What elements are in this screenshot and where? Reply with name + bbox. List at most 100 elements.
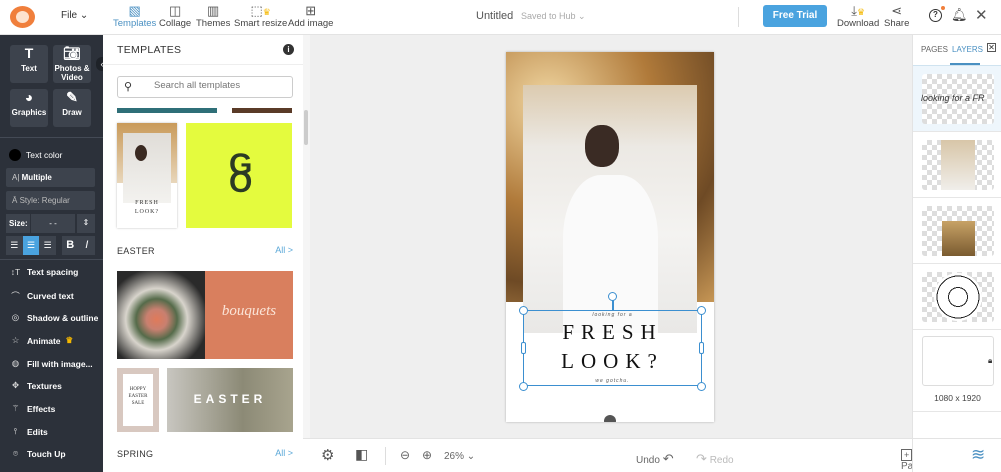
settings-icon[interactable]: ⚙ [321,446,334,464]
selected-text-box[interactable]: looking for a FRESH LOOK? we gotchu. [523,310,702,386]
lock-icon[interactable]: 🔒︎ [988,356,992,366]
graphics-button[interactable]: ◕ Graphics [10,89,48,127]
layer-background[interactable] [913,198,1001,264]
draw-button[interactable]: ✎ Draw [53,89,91,127]
size-input[interactable]: - - [31,214,75,233]
template-search[interactable]: ⚲ [117,76,293,98]
smart-resize-icon: ⬚♛ [250,3,271,18]
italic-button[interactable]: I [79,236,96,255]
layer-text[interactable]: looking for a FR [913,66,1001,132]
save-status-label: Saved to Hub [521,11,576,21]
shadow-outline-tool[interactable]: ◎ Shadow & outline [9,312,99,323]
logo-icon[interactable] [10,6,35,28]
themes-tool[interactable]: ▥ Themes [196,3,230,29]
rotate-handle[interactable] [608,292,617,301]
logo-mark: GO [229,148,253,199]
file-menu[interactable]: File ⌄ [61,10,88,21]
textures-tool[interactable]: ✥ Textures [9,380,62,391]
text-color-button[interactable]: Text color [9,149,62,161]
add-image-tool[interactable]: ⊞ Add image [288,3,333,29]
zoom-in-icon[interactable]: ⊕ [422,448,432,462]
tool-label: Shadow & outline [27,312,99,323]
style-label: Style: Regular [19,196,70,205]
text-button[interactable]: T Text [10,45,48,83]
align-page-icon[interactable]: ◧ [355,446,368,463]
easter-all-link[interactable]: All > [275,245,293,255]
resize-handle[interactable] [699,342,704,354]
templates-tool[interactable]: ▧ Templates [113,3,156,29]
page-handle-icon[interactable] [604,415,616,422]
style-select[interactable]: Ā Style: Regular [6,191,95,210]
resize-handle[interactable] [521,342,526,354]
tool-label: Animate [27,335,61,346]
tool-label: Textures [27,380,62,391]
text-spacing-tool[interactable]: ↕T Text spacing [9,267,79,277]
redo-button[interactable]: ↷ Redo [696,451,734,467]
template-lime-logo[interactable]: GO [186,123,292,228]
resize-handle[interactable] [519,382,528,391]
add-page-icon: + [901,449,913,461]
resize-handle[interactable] [519,306,528,315]
help-icon[interactable]: ? [929,9,942,22]
animate-tool[interactable]: ☆ Animate ♛ [9,335,73,346]
collage-icon: ◫ [168,3,182,18]
button-label: Draw [62,108,82,117]
bold-button[interactable]: B [62,236,79,255]
redo-label: Redo [709,455,734,466]
size-stepper[interactable]: ⇕ [77,214,95,233]
zoom-out-icon[interactable]: ⊖ [400,448,410,462]
fill-image-tool[interactable]: ◍ Fill with image... [9,358,93,369]
zoom-select[interactable]: 26% ⌄ [444,451,475,462]
search-input[interactable] [154,80,289,91]
effects-tool[interactable]: ⚚ Effects [9,403,56,414]
templates-scrollbar[interactable] [303,35,310,438]
thumb-text: HOPPY EASTER SALE [123,374,153,426]
template-hoppy-easter[interactable]: HOPPY EASTER SALE [117,368,159,432]
share-icon: ⋖ [891,3,903,18]
download-label: Download [837,18,880,29]
divider [0,137,103,138]
info-icon[interactable]: i [283,44,294,55]
edits-tool[interactable]: ⫯ Edits [9,426,48,437]
template-easter[interactable]: EASTER [167,368,293,432]
curved-text-tool[interactable]: ⌒ Curved text [9,290,74,302]
share-button[interactable]: ⋖ Share [884,3,909,29]
template-thumb[interactable] [117,108,217,113]
align-right-button[interactable]: ☰ [39,236,56,255]
section-title-easter: EASTER [117,246,155,256]
photos-video-button[interactable]: 📷︎ Photos & Video [53,45,91,83]
layer-portrait[interactable] [913,132,1001,198]
close-panel-icon[interactable]: ✕ [987,43,996,52]
tool-label: Curved text [27,291,74,301]
download-button[interactable]: ⤓♛ Download [837,3,879,29]
divider [385,447,386,465]
layer-circles[interactable] [913,264,1001,330]
layers-icon[interactable]: ≋ [971,445,985,465]
document-title[interactable]: Untitled [476,10,513,22]
align-center-button[interactable]: ☰ [22,236,40,255]
spring-all-link[interactable]: All > [275,448,293,458]
align-left-button[interactable]: ☰ [6,236,23,255]
template-bouquets[interactable]: bouquets [117,271,293,359]
save-status[interactable]: Saved to Hub ⌄ [521,11,586,22]
resize-handle[interactable] [697,306,706,315]
template-fresh-look[interactable]: FRESH LOOK? [117,123,177,228]
touch-up-tool[interactable]: ⌾ Touch Up [9,448,66,459]
close-icon[interactable]: ✕ [975,6,988,24]
tool-label: Text spacing [27,267,79,277]
template-thumb[interactable] [232,108,292,113]
bell-icon[interactable]: 🔔︎ [951,7,968,23]
resize-handle[interactable] [697,382,706,391]
size-label: Size: [6,214,30,233]
align-group: ☰ ☰ ☰ [6,236,56,255]
tab-layers[interactable]: LAYERS [952,45,983,54]
button-label: Text [21,64,37,73]
collage-tool[interactable]: ◫ Collage [159,3,191,29]
tab-pages[interactable]: PAGES [921,45,948,54]
free-trial-button[interactable]: Free Trial [763,5,827,27]
font-select[interactable]: A| Multiple [6,168,95,187]
smart-resize-tool[interactable]: ⬚♛ Smart resize [234,3,287,29]
redo-icon: ↷ [696,451,707,466]
layer-page-background[interactable]: 🔒︎ 1080 x 1920 [913,330,1001,412]
undo-button[interactable]: Undo ↶ [636,451,674,467]
